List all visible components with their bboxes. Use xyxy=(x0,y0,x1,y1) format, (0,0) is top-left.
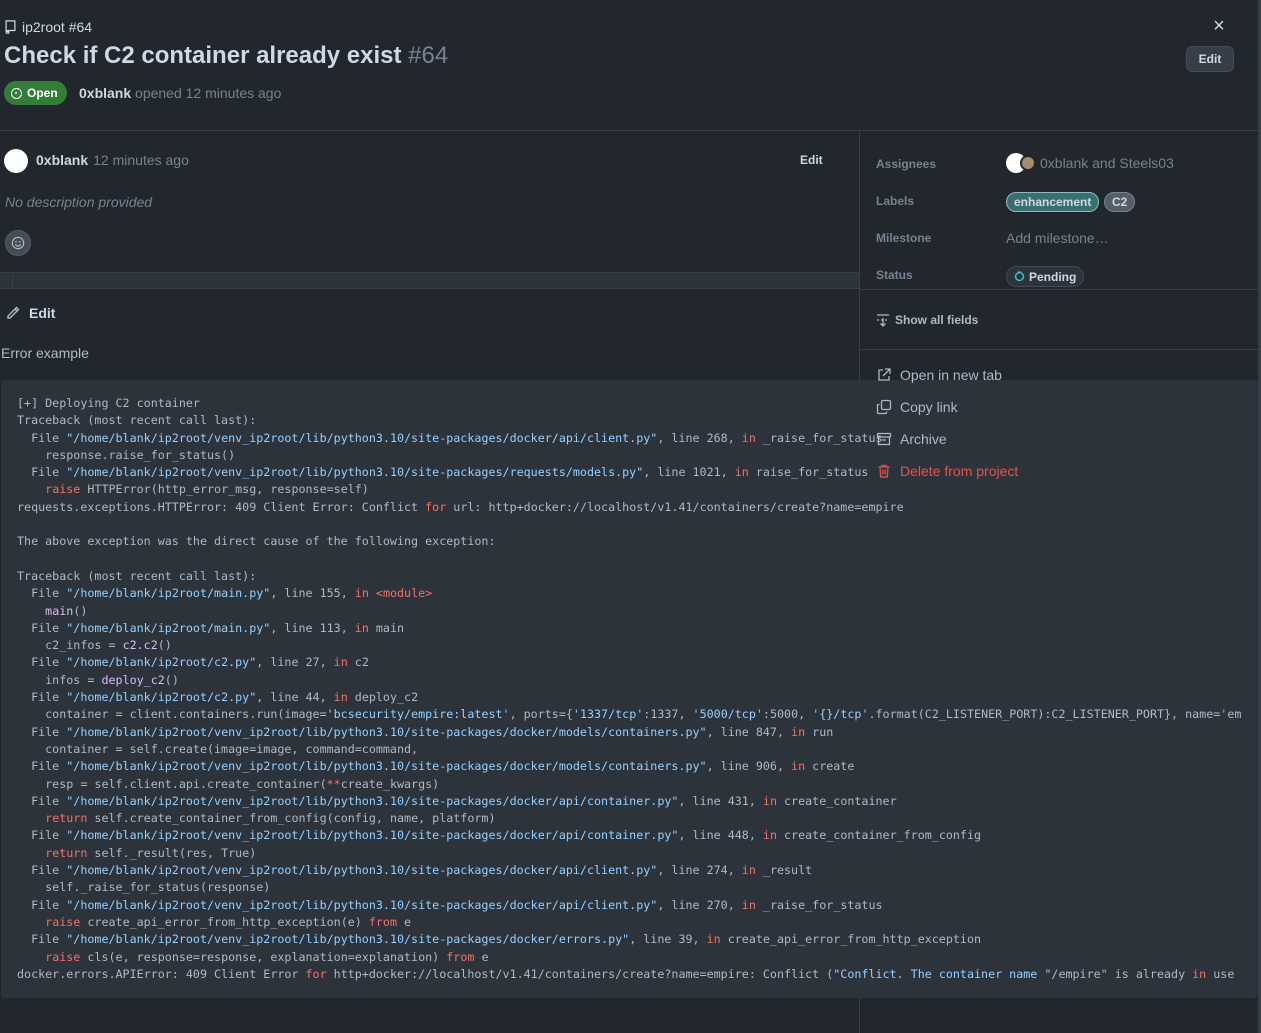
comment-author[interactable]: 0xblank xyxy=(36,152,88,168)
breadcrumb[interactable]: ip2root #64 xyxy=(4,18,92,36)
open-in-new-tab-item[interactable]: Open in new tab xyxy=(876,365,1002,385)
expand-fields-icon xyxy=(877,314,889,327)
code-line: File "/home/blank/ip2root/c2.py", line 2… xyxy=(17,655,369,670)
code-line: Traceback (most recent call last): xyxy=(17,413,257,428)
link-external-icon xyxy=(878,368,891,381)
copy-link-item[interactable]: Copy link xyxy=(876,397,958,417)
code-line: raise create_api_error_from_http_excepti… xyxy=(45,914,412,929)
code-line: container = self.create(image=image, com… xyxy=(17,741,419,756)
edit-section-header[interactable]: Edit xyxy=(5,305,55,321)
open-in-new-tab-label: Open in new tab xyxy=(900,367,1002,383)
label-enhancement[interactable]: enhancement xyxy=(1006,192,1100,212)
issue-title-text: Check if C2 container already exist xyxy=(4,42,402,69)
trash-icon xyxy=(878,464,890,478)
comment-header: 0xblank 12 minutes ago xyxy=(36,152,189,168)
code-line: File "/home/blank/ip2root/venv_ip2root/l… xyxy=(17,828,982,843)
milestone-field[interactable]: Add milestone… xyxy=(1006,230,1109,246)
code-line: main() xyxy=(45,603,88,618)
code-line: File "/home/blank/ip2root/venv_ip2root/l… xyxy=(17,897,883,912)
code-line: c2_infos = c2.c2() xyxy=(17,638,172,653)
close-button[interactable]: × xyxy=(1209,14,1229,38)
header-divider xyxy=(0,130,1258,131)
status-field[interactable]: Pending xyxy=(1006,266,1085,287)
code-line: requests.exceptions.HTTPError: 409 Clien… xyxy=(17,499,904,514)
archive-icon xyxy=(876,432,892,446)
code-line: File "/home/blank/ip2root/venv_ip2root/l… xyxy=(17,465,869,480)
code-line: File "/home/blank/ip2root/venv_ip2root/l… xyxy=(17,759,855,774)
status-badge-label: Open xyxy=(27,86,58,100)
code-line: self._raise_for_status(response) xyxy=(17,880,271,895)
code-line: The above exception was the direct cause… xyxy=(17,534,496,549)
smiley-icon xyxy=(11,236,25,250)
issue-author-link[interactable]: 0xblank xyxy=(79,85,131,101)
code-block: [+] Deploying C2 container Traceback (mo… xyxy=(1,380,1258,998)
pencil-icon xyxy=(7,306,20,319)
milestone-label: Milestone xyxy=(876,231,932,245)
code-line: File "/home/blank/ip2root/venv_ip2root/l… xyxy=(17,932,982,947)
code-line: File "/home/blank/ip2root/venv_ip2root/l… xyxy=(17,724,834,739)
edit-title-button[interactable]: Edit xyxy=(1186,46,1234,72)
sidebar-divider-bottom xyxy=(859,998,860,1033)
label-c2[interactable]: C2 xyxy=(1104,192,1136,212)
assignee-avatar[interactable] xyxy=(1020,155,1036,171)
archive-label: Archive xyxy=(900,431,947,447)
add-reaction-button[interactable] xyxy=(5,230,31,256)
sidebar-menu-divider xyxy=(859,349,1259,350)
code-line: File "/home/blank/ip2root/venv_ip2root/l… xyxy=(17,793,897,808)
delete-from-project-item[interactable]: Delete from project xyxy=(876,461,1018,481)
issue-opened-text: opened 12 minutes ago xyxy=(135,85,282,101)
pending-status-icon xyxy=(1014,271,1025,282)
code-line: [+] Deploying C2 container xyxy=(17,396,200,410)
code-line: resp = self.client.api.create_container(… xyxy=(17,776,440,791)
code-line: File "/home/blank/ip2root/main.py", line… xyxy=(17,586,433,601)
status-value: Pending xyxy=(1029,269,1077,284)
avatar[interactable] xyxy=(4,149,28,173)
code-line: docker.errors.APIError: 409 Client Error… xyxy=(17,966,1235,981)
show-all-fields-label: Show all fields xyxy=(895,313,979,327)
timeline-line xyxy=(12,273,13,289)
code-line: return self.create_container_from_config… xyxy=(45,811,496,826)
edit-section-label: Edit xyxy=(29,305,56,321)
assignees-value[interactable]: 0xblank and Steels03 xyxy=(1040,155,1174,171)
code-line: response.raise_for_status() xyxy=(17,447,236,462)
status-badge: Open xyxy=(4,81,67,105)
labels-label: Labels xyxy=(876,194,915,208)
repo-icon xyxy=(5,20,16,34)
code-line: Traceback (most recent call last): xyxy=(17,568,257,583)
code-line: File "/home/blank/ip2root/venv_ip2root/l… xyxy=(17,430,883,445)
code-line: raise cls(e, response=response, explanat… xyxy=(45,949,489,964)
copy-link-label: Copy link xyxy=(900,399,958,415)
code-line: File "/home/blank/ip2root/main.py", line… xyxy=(17,620,405,635)
edit-comment-button[interactable]: Edit xyxy=(800,153,823,167)
delete-from-project-label: Delete from project xyxy=(900,463,1019,479)
breadcrumb-text: ip2root #64 xyxy=(22,19,93,35)
sidebar-fields-divider xyxy=(859,289,1259,290)
code-line: raise HTTPError(http_error_msg, response… xyxy=(45,482,369,497)
assignees-label: Assignees xyxy=(876,157,937,171)
comment-body: No description provided xyxy=(5,194,153,210)
comment-time[interactable]: 12 minutes ago xyxy=(93,152,189,168)
sidebar-divider xyxy=(859,131,860,381)
archive-item[interactable]: Archive xyxy=(876,429,947,449)
code-line: return self._result(res, True) xyxy=(45,845,257,860)
comment-footer-bar xyxy=(0,272,859,289)
error-example-heading: Error example xyxy=(1,345,89,361)
status-label: Status xyxy=(876,268,913,282)
issue-meta: 0xblank opened 12 minutes ago xyxy=(79,85,281,101)
copy-icon xyxy=(876,399,892,415)
code-line: File "/home/blank/ip2root/c2.py", line 4… xyxy=(17,690,419,705)
code-content: [+] Deploying C2 container Traceback (mo… xyxy=(17,395,1258,983)
issue-number: #64 xyxy=(408,42,449,69)
issue-open-icon xyxy=(11,87,22,99)
code-line: File "/home/blank/ip2root/venv_ip2root/l… xyxy=(17,863,813,878)
code-line: container = client.containers.run(image=… xyxy=(17,707,1242,722)
issue-title: Check if C2 container already exist #64 xyxy=(4,42,448,70)
show-all-fields-button[interactable]: Show all fields xyxy=(876,313,978,327)
code-line: infos = deploy_c2() xyxy=(17,672,179,687)
